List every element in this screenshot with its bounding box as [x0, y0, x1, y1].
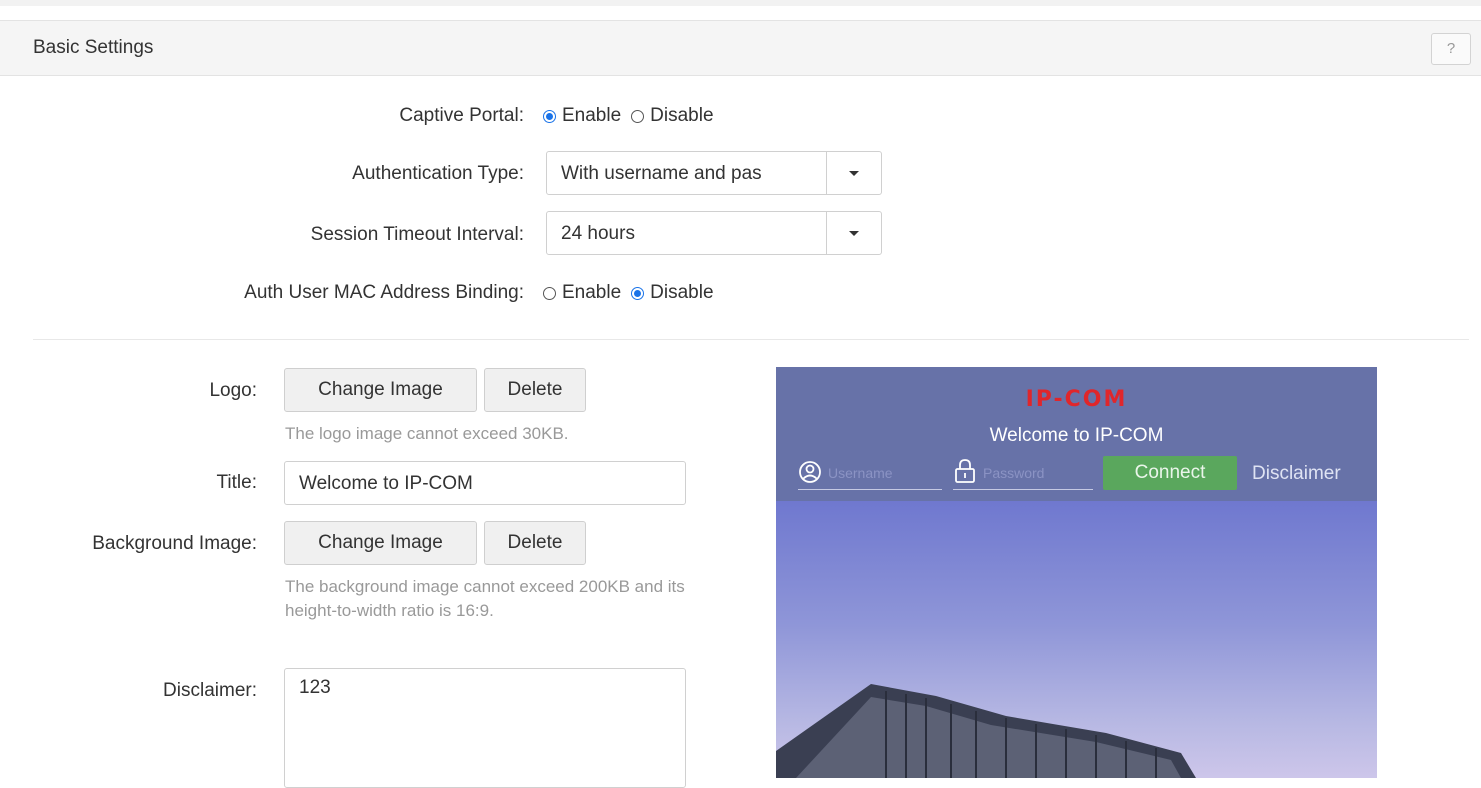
mac-binding-disable-label: Disable — [650, 282, 714, 303]
captive-portal-enable-option[interactable]: Enable — [543, 105, 621, 127]
preview-login-row: Username Password Connect Disclaimer — [798, 456, 1377, 491]
mac-binding-disable-radio[interactable] — [631, 286, 645, 300]
captive-portal-label: Captive Portal: — [399, 105, 524, 126]
captive-portal-disable-label: Disable — [650, 105, 714, 126]
captive-portal-radio-group: Enable Disable — [543, 105, 724, 127]
session-timeout-value: 24 hours — [561, 223, 635, 244]
portal-preview: IP-COM Welcome to IP-COM Username Passwo… — [776, 367, 1377, 778]
mac-binding-disable-option[interactable]: Disable — [631, 282, 714, 304]
title-input[interactable]: Welcome to IP-COM — [284, 461, 686, 505]
mac-binding-enable-label: Enable — [562, 282, 622, 303]
logo-hint: The logo image cannot exceed 30KB. — [285, 424, 569, 443]
chevron-down-icon[interactable] — [826, 212, 881, 254]
background-change-image-button[interactable]: Change Image — [284, 521, 477, 565]
logo-label: Logo: — [209, 380, 257, 401]
preview-disclaimer-link[interactable]: Disclaimer — [1252, 463, 1341, 485]
help-button[interactable]: ? — [1431, 33, 1471, 65]
mac-binding-enable-option[interactable]: Enable — [543, 282, 621, 304]
disclaimer-label: Disclaimer: — [163, 680, 257, 701]
session-timeout-label: Session Timeout Interval: — [310, 224, 524, 245]
background-hint: The background image cannot exceed 200KB… — [285, 577, 685, 620]
panel-header: Basic Settings ? — [0, 21, 1481, 76]
captive-portal-disable-option[interactable]: Disable — [631, 105, 714, 127]
preview-connect-button[interactable]: Connect — [1103, 456, 1237, 490]
preview-password-placeholder: Password — [983, 465, 1045, 481]
mac-binding-radio-group: Enable Disable — [543, 282, 724, 304]
auth-type-select[interactable]: With username and pas — [546, 151, 882, 195]
building-image — [776, 684, 1196, 778]
title-label: Title: — [216, 472, 257, 493]
user-icon — [799, 461, 821, 483]
preview-username-placeholder: Username — [828, 465, 893, 481]
auth-type-label: Authentication Type: — [352, 163, 524, 184]
top-strip — [0, 0, 1481, 6]
background-delete-button[interactable]: Delete — [484, 521, 586, 565]
preview-background-image — [776, 501, 1377, 778]
chevron-down-icon[interactable] — [826, 152, 881, 194]
preview-welcome-text: Welcome to IP-COM — [989, 425, 1164, 446]
lock-icon — [955, 459, 975, 483]
disclaimer-textarea[interactable]: 123 — [284, 668, 686, 788]
background-image-label: Background Image: — [92, 533, 257, 554]
captive-portal-enable-label: Enable — [562, 105, 622, 126]
auth-type-value: With username and pas — [561, 163, 762, 184]
preview-logo: IP-COM — [1025, 387, 1128, 412]
mac-binding-enable-radio[interactable] — [543, 286, 556, 300]
captive-portal-disable-radio[interactable] — [631, 109, 645, 123]
preview-username-field[interactable]: Username — [798, 457, 942, 490]
logo-delete-button[interactable]: Delete — [484, 368, 586, 412]
section-divider — [33, 339, 1469, 340]
session-timeout-select[interactable]: 24 hours — [546, 211, 882, 255]
preview-password-field[interactable]: Password — [953, 457, 1093, 490]
preview-header: IP-COM Welcome to IP-COM Username Passwo… — [776, 367, 1377, 501]
logo-change-image-button[interactable]: Change Image — [284, 368, 477, 412]
captive-portal-enable-radio[interactable] — [543, 109, 556, 123]
mac-binding-label: Auth User MAC Address Binding: — [244, 282, 524, 303]
panel-title: Basic Settings — [33, 37, 154, 58]
